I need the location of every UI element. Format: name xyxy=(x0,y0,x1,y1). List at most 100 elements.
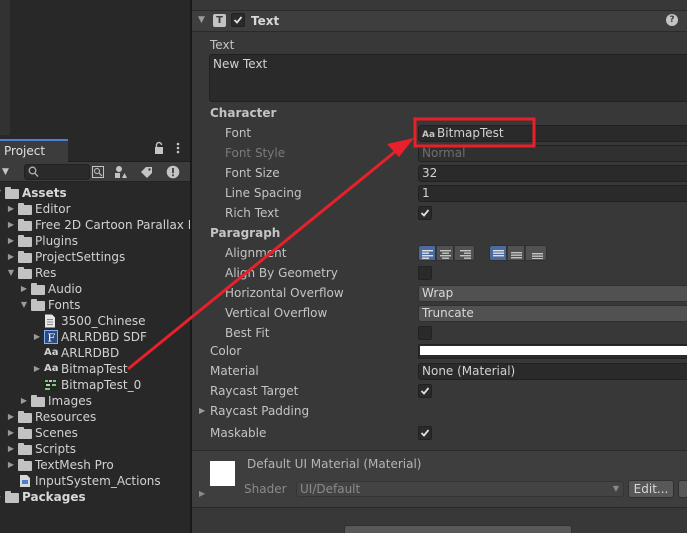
tree-item[interactable]: InputSystem_Actions xyxy=(0,473,190,489)
font-object-field[interactable]: Aa BitmapTest xyxy=(418,125,687,142)
text-input-area[interactable]: New Text xyxy=(209,54,687,102)
input-actions-icon xyxy=(18,474,32,487)
tree-item[interactable]: ▶ Editor xyxy=(0,201,190,217)
maskable-checkbox[interactable] xyxy=(418,426,432,440)
create-dropdown-icon[interactable]: ▼ xyxy=(2,165,14,179)
shader-value: UI/Default xyxy=(300,482,361,496)
edit-shader-label: Edit... xyxy=(633,482,669,496)
left-panel-strip xyxy=(0,0,10,135)
folder-icon xyxy=(18,203,32,215)
raycast-target-label: Raycast Target xyxy=(210,384,299,398)
material-foldout-icon[interactable]: ▶ xyxy=(199,489,205,498)
tree-item-label: Scripts xyxy=(35,442,77,456)
vertical-overflow-dropdown[interactable]: Truncate xyxy=(418,305,687,322)
align-right-icon xyxy=(460,249,471,259)
align-by-geometry-checkbox[interactable] xyxy=(418,266,432,280)
foldout-collapsed-icon[interactable]: ▶ xyxy=(19,281,29,297)
align-middle-button[interactable] xyxy=(508,246,525,260)
filter-by-type-icon[interactable] xyxy=(111,163,131,181)
tree-item[interactable]: ▶ ProjectSettings xyxy=(0,249,190,265)
lock-icon[interactable] xyxy=(152,141,166,155)
tree-item[interactable]: BitmapTest_0 xyxy=(0,377,190,393)
raycast-padding-row[interactable]: ▶ Raycast Padding xyxy=(192,401,687,421)
tree-item[interactable]: ▼ Assets xyxy=(0,185,190,201)
project-toolbar: ▼ xyxy=(0,162,190,182)
search-by-scene-icon[interactable] xyxy=(88,163,108,181)
raycast-padding-foldout-icon[interactable]: ▶ xyxy=(199,401,205,421)
show-warnings-icon[interactable] xyxy=(163,163,183,181)
tree-item[interactable]: Aa ARLRDBD xyxy=(0,345,190,361)
material-value: None (Material) xyxy=(422,364,516,378)
tab-project[interactable]: Project xyxy=(0,139,68,162)
tree-item[interactable]: ▶ Packages xyxy=(0,489,190,505)
tree-item[interactable]: ▶ Free 2D Cartoon Parallax Background xyxy=(0,217,190,233)
foldout-collapsed-icon[interactable]: ▶ xyxy=(19,393,29,409)
foldout-collapsed-icon[interactable]: ▶ xyxy=(6,233,16,249)
tree-item[interactable]: ▶ Audio xyxy=(0,281,190,297)
font-size-input[interactable]: 32 xyxy=(418,165,687,182)
align-right-button[interactable] xyxy=(455,246,474,260)
align-bottom-button[interactable] xyxy=(526,246,546,260)
tree-item[interactable]: 3500_Chinese xyxy=(0,313,190,329)
line-spacing-input[interactable]: 1 xyxy=(418,185,687,202)
align-left-button[interactable] xyxy=(419,246,436,260)
tree-item[interactable]: ▶ Images xyxy=(0,393,190,409)
color-label: Color xyxy=(210,344,242,358)
tree-item[interactable]: ▶ Scripts xyxy=(0,441,190,457)
best-fit-checkbox[interactable] xyxy=(418,326,432,340)
font-size-value: 32 xyxy=(422,166,438,180)
search-input-box[interactable] xyxy=(24,164,90,180)
line-spacing-value: 1 xyxy=(422,186,430,200)
align-center-button[interactable] xyxy=(437,246,454,260)
tree-item[interactable]: ▼ Res xyxy=(0,265,190,281)
more-options-icon[interactable] xyxy=(171,141,185,155)
project-tree: ▼ Assets ▶ Editor ▶ Free 2D Cartoon Parallax … xyxy=(0,183,190,533)
search-input[interactable] xyxy=(41,165,87,179)
raycast-padding-label: Raycast Padding xyxy=(210,404,310,418)
tree-item-label: Assets xyxy=(22,186,67,200)
tree-item-label: Plugins xyxy=(35,234,78,248)
foldout-expanded-icon[interactable]: ▼ xyxy=(0,185,3,201)
horizontal-overflow-dropdown[interactable]: Wrap xyxy=(418,285,687,302)
raycast-target-checkbox[interactable] xyxy=(418,384,432,398)
rich-text-checkbox[interactable] xyxy=(418,206,432,220)
foldout-collapsed-icon[interactable]: ▶ xyxy=(6,441,16,457)
tree-item-label: Resources xyxy=(35,410,97,424)
edit-shader-button[interactable]: Edit... xyxy=(628,480,674,498)
tree-item[interactable]: ▶ Resources xyxy=(0,409,190,425)
text-component-header[interactable]: ▼ T Text ? xyxy=(192,10,687,32)
foldout-expanded-icon[interactable]: ▼ xyxy=(6,265,16,281)
shader-dropdown[interactable]: UI/Default ▼ xyxy=(296,481,624,497)
tree-item[interactable]: ▶ TextMesh Pro xyxy=(0,457,190,473)
folder-icon xyxy=(18,411,32,423)
vertical-overflow-label: Vertical Overflow xyxy=(225,306,328,320)
tree-item[interactable]: ▶ Plugins xyxy=(0,233,190,249)
folder-icon xyxy=(5,187,19,199)
foldout-arrow-icon[interactable]: ▼ xyxy=(198,15,205,25)
foldout-collapsed-icon[interactable]: ▶ xyxy=(32,361,42,377)
best-fit-row: Best Fit xyxy=(192,323,687,343)
foldout-expanded-icon[interactable]: ▼ xyxy=(19,297,29,313)
foldout-collapsed-icon[interactable]: ▶ xyxy=(0,489,3,505)
add-component-button[interactable] xyxy=(344,525,572,533)
foldout-collapsed-icon[interactable]: ▶ xyxy=(6,409,16,425)
foldout-collapsed-icon[interactable]: ▶ xyxy=(6,425,16,441)
tree-item[interactable]: ▼ Fonts xyxy=(0,297,190,313)
horizontal-overflow-value: Wrap xyxy=(422,286,454,300)
tree-item[interactable]: ▶ Aa BitmapTest xyxy=(0,361,190,377)
tree-item[interactable]: ▶ F ARLRDBD SDF xyxy=(0,329,190,345)
shader-more-button[interactable] xyxy=(678,480,687,498)
color-field[interactable] xyxy=(418,344,687,359)
horizontal-overflow-row: Horizontal Overflow Wrap xyxy=(192,283,687,303)
filter-by-label-icon[interactable] xyxy=(137,163,157,181)
tree-item[interactable]: ▶ Scenes xyxy=(0,425,190,441)
align-top-button[interactable] xyxy=(490,246,507,260)
material-object-field[interactable]: None (Material) xyxy=(418,363,687,380)
foldout-collapsed-icon[interactable]: ▶ xyxy=(6,217,16,233)
foldout-collapsed-icon[interactable]: ▶ xyxy=(32,329,42,345)
foldout-collapsed-icon[interactable]: ▶ xyxy=(6,201,16,217)
component-enabled-checkbox[interactable] xyxy=(231,13,245,27)
help-icon[interactable]: ? xyxy=(666,14,678,26)
foldout-collapsed-icon[interactable]: ▶ xyxy=(6,457,16,473)
foldout-collapsed-icon[interactable]: ▶ xyxy=(6,249,16,265)
